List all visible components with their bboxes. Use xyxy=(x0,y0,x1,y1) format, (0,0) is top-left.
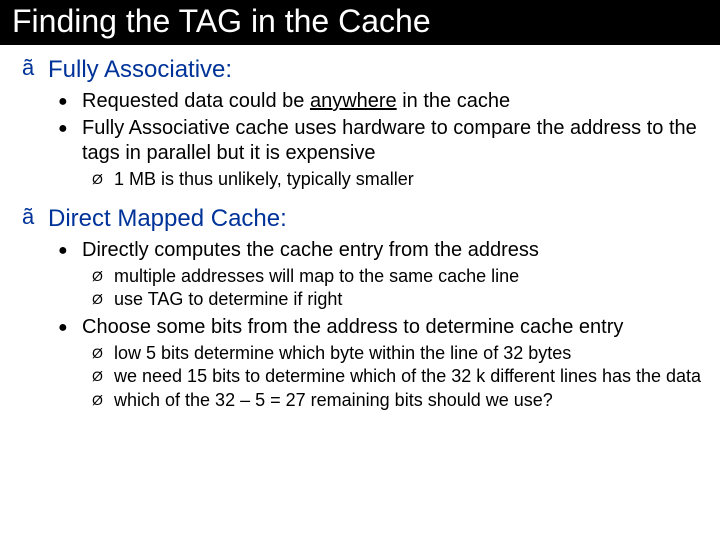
list-item: ● Directly computes the cache entry from… xyxy=(58,238,702,263)
slide-content: ã Fully Associative: ● Requested data co… xyxy=(0,45,720,411)
text-underlined: anywhere xyxy=(310,90,397,112)
list-item: Ø which of the 32 – 5 = 27 remaining bit… xyxy=(92,389,702,412)
bullet-lvl2-icon: ● xyxy=(58,89,82,114)
item-text: which of the 32 – 5 = 27 remaining bits … xyxy=(114,389,553,412)
item-text: Fully Associative cache uses hardware to… xyxy=(82,116,702,166)
bullet-lvl2-icon: ● xyxy=(58,238,82,263)
list-lvl2: ● Requested data could be anywhere in th… xyxy=(58,89,702,166)
bullet-lvl1-icon: ã xyxy=(22,204,48,234)
bullet-lvl1-icon: ã xyxy=(22,55,48,85)
list-item: Ø 1 MB is thus unlikely, typically small… xyxy=(92,168,702,191)
list-lvl2: ● Choose some bits from the address to d… xyxy=(58,315,702,340)
slide: Finding the TAG in the Cache ã Fully Ass… xyxy=(0,0,720,540)
item-text: we need 15 bits to determine which of th… xyxy=(114,365,701,388)
bullet-lvl3-icon: Ø xyxy=(92,389,114,412)
heading-fully-associative: Fully Associative: xyxy=(48,55,232,85)
list-item: Ø we need 15 bits to determine which of … xyxy=(92,365,702,388)
bullet-lvl3-icon: Ø xyxy=(92,365,114,388)
heading-direct-mapped: Direct Mapped Cache: xyxy=(48,204,287,234)
list-item: ● Requested data could be anywhere in th… xyxy=(58,89,702,114)
list-item: ● Choose some bits from the address to d… xyxy=(58,315,702,340)
text-pre: Requested data could be xyxy=(82,90,310,112)
bullet-lvl3-icon: Ø xyxy=(92,342,114,365)
bullet-lvl2-icon: ● xyxy=(58,116,82,166)
list-lvl3: Ø 1 MB is thus unlikely, typically small… xyxy=(92,168,702,191)
list-lvl3: Ø low 5 bits determine which byte within… xyxy=(92,342,702,412)
list-lvl3: Ø multiple addresses will map to the sam… xyxy=(92,265,702,311)
item-text: Requested data could be anywhere in the … xyxy=(82,89,510,114)
item-text: low 5 bits determine which byte within t… xyxy=(114,342,571,365)
list-item: Ø multiple addresses will map to the sam… xyxy=(92,265,702,288)
item-text: multiple addresses will map to the same … xyxy=(114,265,519,288)
section-fully-associative: ã Fully Associative: xyxy=(22,55,702,85)
item-text: 1 MB is thus unlikely, typically smaller xyxy=(114,168,414,191)
item-text: use TAG to determine if right xyxy=(114,288,342,311)
list-item: Ø use TAG to determine if right xyxy=(92,288,702,311)
item-text: Directly computes the cache entry from t… xyxy=(82,238,539,263)
list-lvl2: ● Directly computes the cache entry from… xyxy=(58,238,702,263)
spacer xyxy=(22,192,702,198)
list-item: Ø low 5 bits determine which byte within… xyxy=(92,342,702,365)
bullet-lvl2-icon: ● xyxy=(58,315,82,340)
list-item: ● Fully Associative cache uses hardware … xyxy=(58,116,702,166)
item-text: Choose some bits from the address to det… xyxy=(82,315,623,340)
bullet-lvl3-icon: Ø xyxy=(92,265,114,288)
bullet-lvl3-icon: Ø xyxy=(92,288,114,311)
slide-title: Finding the TAG in the Cache xyxy=(0,0,720,45)
bullet-lvl3-icon: Ø xyxy=(92,168,114,191)
section-direct-mapped: ã Direct Mapped Cache: xyxy=(22,204,702,234)
text-post: in the cache xyxy=(397,90,510,112)
